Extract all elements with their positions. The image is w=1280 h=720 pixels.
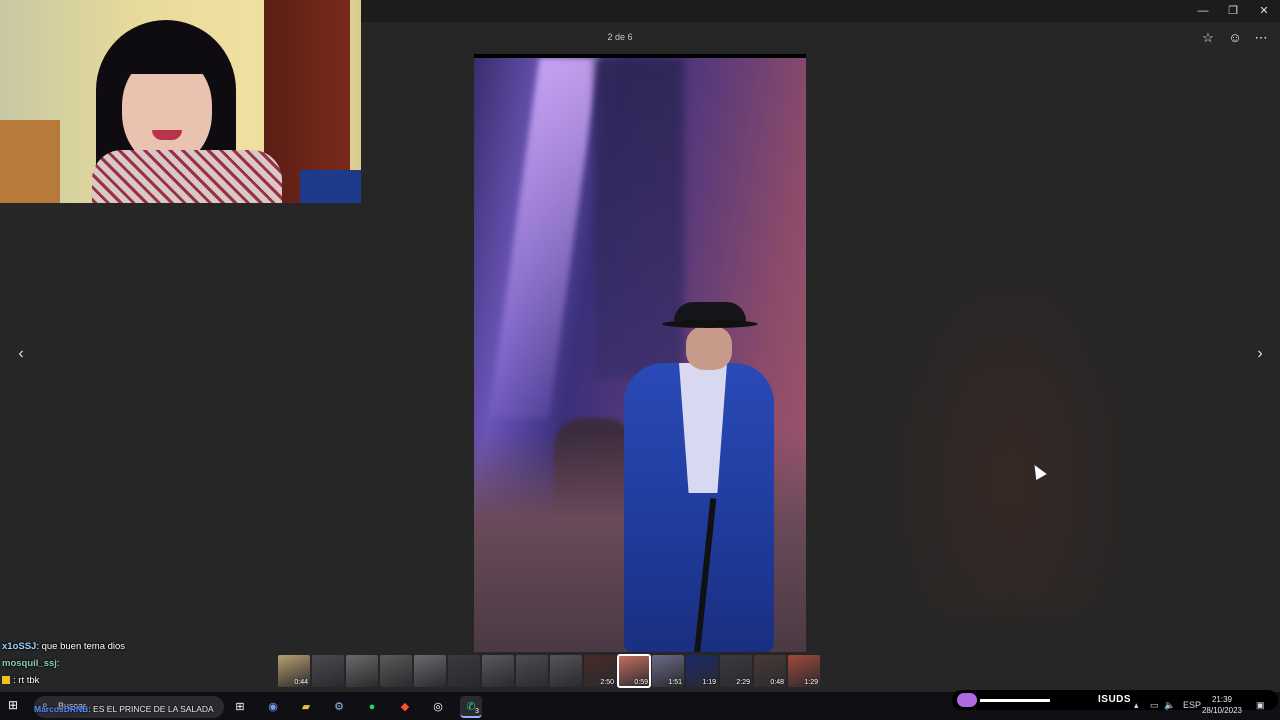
blurred-next-photo bbox=[880, 220, 1140, 620]
chat-text: : rt tbk bbox=[13, 675, 40, 686]
wifi-icon[interactable]: ▴ bbox=[1134, 700, 1139, 711]
thumbnail[interactable]: 2:50 bbox=[584, 655, 616, 687]
star-icon[interactable]: ☆ bbox=[1198, 29, 1218, 47]
thumbnail[interactable] bbox=[380, 655, 412, 687]
webcam-overlay bbox=[0, 0, 361, 203]
thumbnail-strip: 0:44 2:50 0:59 1:51 1:19 2:29 0:48 1:29 bbox=[278, 654, 820, 689]
task-view-icon[interactable]: ⊞ bbox=[229, 696, 251, 718]
thumbnail[interactable]: 0:59 bbox=[617, 654, 651, 688]
clock-time: 21:39 bbox=[1211, 695, 1233, 704]
notifications-icon[interactable]: ▣ bbox=[1256, 700, 1265, 711]
brave-icon[interactable]: ◆ bbox=[394, 696, 416, 718]
main-photo bbox=[474, 54, 806, 652]
thumbnail[interactable] bbox=[312, 655, 344, 687]
chat-message: x1oSSJ: que buen tema dios bbox=[2, 638, 272, 655]
previous-photo-button[interactable]: ‹ bbox=[11, 344, 31, 364]
media-artwork bbox=[957, 693, 977, 707]
more-icon[interactable]: ⋯ bbox=[1251, 29, 1271, 47]
media-logo: ISUDS bbox=[1098, 694, 1132, 705]
thumbnail[interactable]: 0:48 bbox=[754, 655, 786, 687]
thumbnail[interactable] bbox=[448, 655, 480, 687]
thumbnail[interactable]: 1:51 bbox=[652, 655, 684, 687]
streamer-top bbox=[92, 150, 282, 203]
chat-message: mosquil_ssj: bbox=[2, 655, 272, 672]
streamer-bangs bbox=[118, 40, 216, 74]
copilot-icon[interactable]: ◉ bbox=[262, 696, 284, 718]
stage-light bbox=[488, 58, 600, 418]
language-indicator[interactable]: ESP bbox=[1183, 700, 1201, 710]
chat-badge-icon bbox=[2, 676, 10, 684]
volume-icon[interactable]: 🔈 bbox=[1164, 700, 1175, 711]
clock-date: 28/10/2023 bbox=[1201, 706, 1243, 715]
thumbnail-duration: 0:59 bbox=[634, 679, 648, 686]
thumbnail[interactable] bbox=[550, 655, 582, 687]
thumbnail[interactable] bbox=[482, 655, 514, 687]
thumbnail[interactable] bbox=[414, 655, 446, 687]
minimize-button[interactable]: — bbox=[1188, 3, 1218, 19]
photo-counter: 2 de 6 bbox=[607, 32, 633, 42]
alert-banner: MarcosDRNB: ES EL PRINCE DE LA SALADA bbox=[34, 704, 214, 714]
thumbnail-duration: 2:50 bbox=[600, 679, 614, 686]
close-button[interactable]: ✕ bbox=[1249, 3, 1279, 19]
windows-start-icon[interactable]: ⊞ bbox=[8, 698, 22, 712]
next-photo-button[interactable]: › bbox=[1250, 344, 1270, 364]
thumbnail-duration: 1:51 bbox=[668, 679, 682, 686]
chat-username: x1oSSJ bbox=[2, 641, 37, 652]
thumbnail-duration: 1:19 bbox=[702, 679, 716, 686]
thumbnail[interactable] bbox=[516, 655, 548, 687]
thumbnail-duration: 0:48 bbox=[770, 679, 784, 686]
webcam-pillow bbox=[300, 170, 361, 203]
stage-drape bbox=[594, 58, 684, 378]
chat-text: : que buen tema dios bbox=[36, 641, 126, 652]
performer-face bbox=[686, 326, 732, 370]
network-icon[interactable]: ▭ bbox=[1150, 700, 1159, 711]
file-explorer-icon[interactable]: ▰ bbox=[295, 696, 317, 718]
webcam-dresser bbox=[0, 120, 60, 203]
chat-username: mosquil_ssj bbox=[2, 658, 57, 669]
thumbnail[interactable]: 1:29 bbox=[788, 655, 820, 687]
emoji-icon[interactable]: ☺ bbox=[1225, 29, 1245, 47]
thumbnail[interactable]: 1:19 bbox=[686, 655, 718, 687]
thumbnail[interactable]: 0:44 bbox=[278, 655, 310, 687]
thumbnail-duration: 0:44 bbox=[294, 679, 308, 686]
thumbnail[interactable] bbox=[346, 655, 378, 687]
thumbnail[interactable]: 2:29 bbox=[720, 655, 752, 687]
steam-icon[interactable]: ⚙ bbox=[328, 696, 350, 718]
spotify-icon[interactable]: ● bbox=[361, 696, 383, 718]
alert-user: MarcosDRNB bbox=[34, 704, 89, 714]
media-progress bbox=[980, 699, 1050, 702]
hat-brim bbox=[662, 320, 758, 328]
restore-button[interactable]: ❐ bbox=[1218, 3, 1248, 19]
thumbnail-duration: 1:29 bbox=[804, 679, 818, 686]
thumbnail-duration: 2:29 bbox=[736, 679, 750, 686]
system-clock[interactable]: 21:39 28/10/2023 bbox=[1200, 694, 1244, 716]
obs-icon[interactable]: ◎ bbox=[427, 696, 449, 718]
alert-text: : ES EL PRINCE DE LA SALADA bbox=[88, 704, 214, 714]
app-badge: 3 bbox=[475, 708, 479, 715]
chat-text: : bbox=[56, 658, 60, 669]
chat-message: : rt tbk bbox=[2, 672, 272, 689]
